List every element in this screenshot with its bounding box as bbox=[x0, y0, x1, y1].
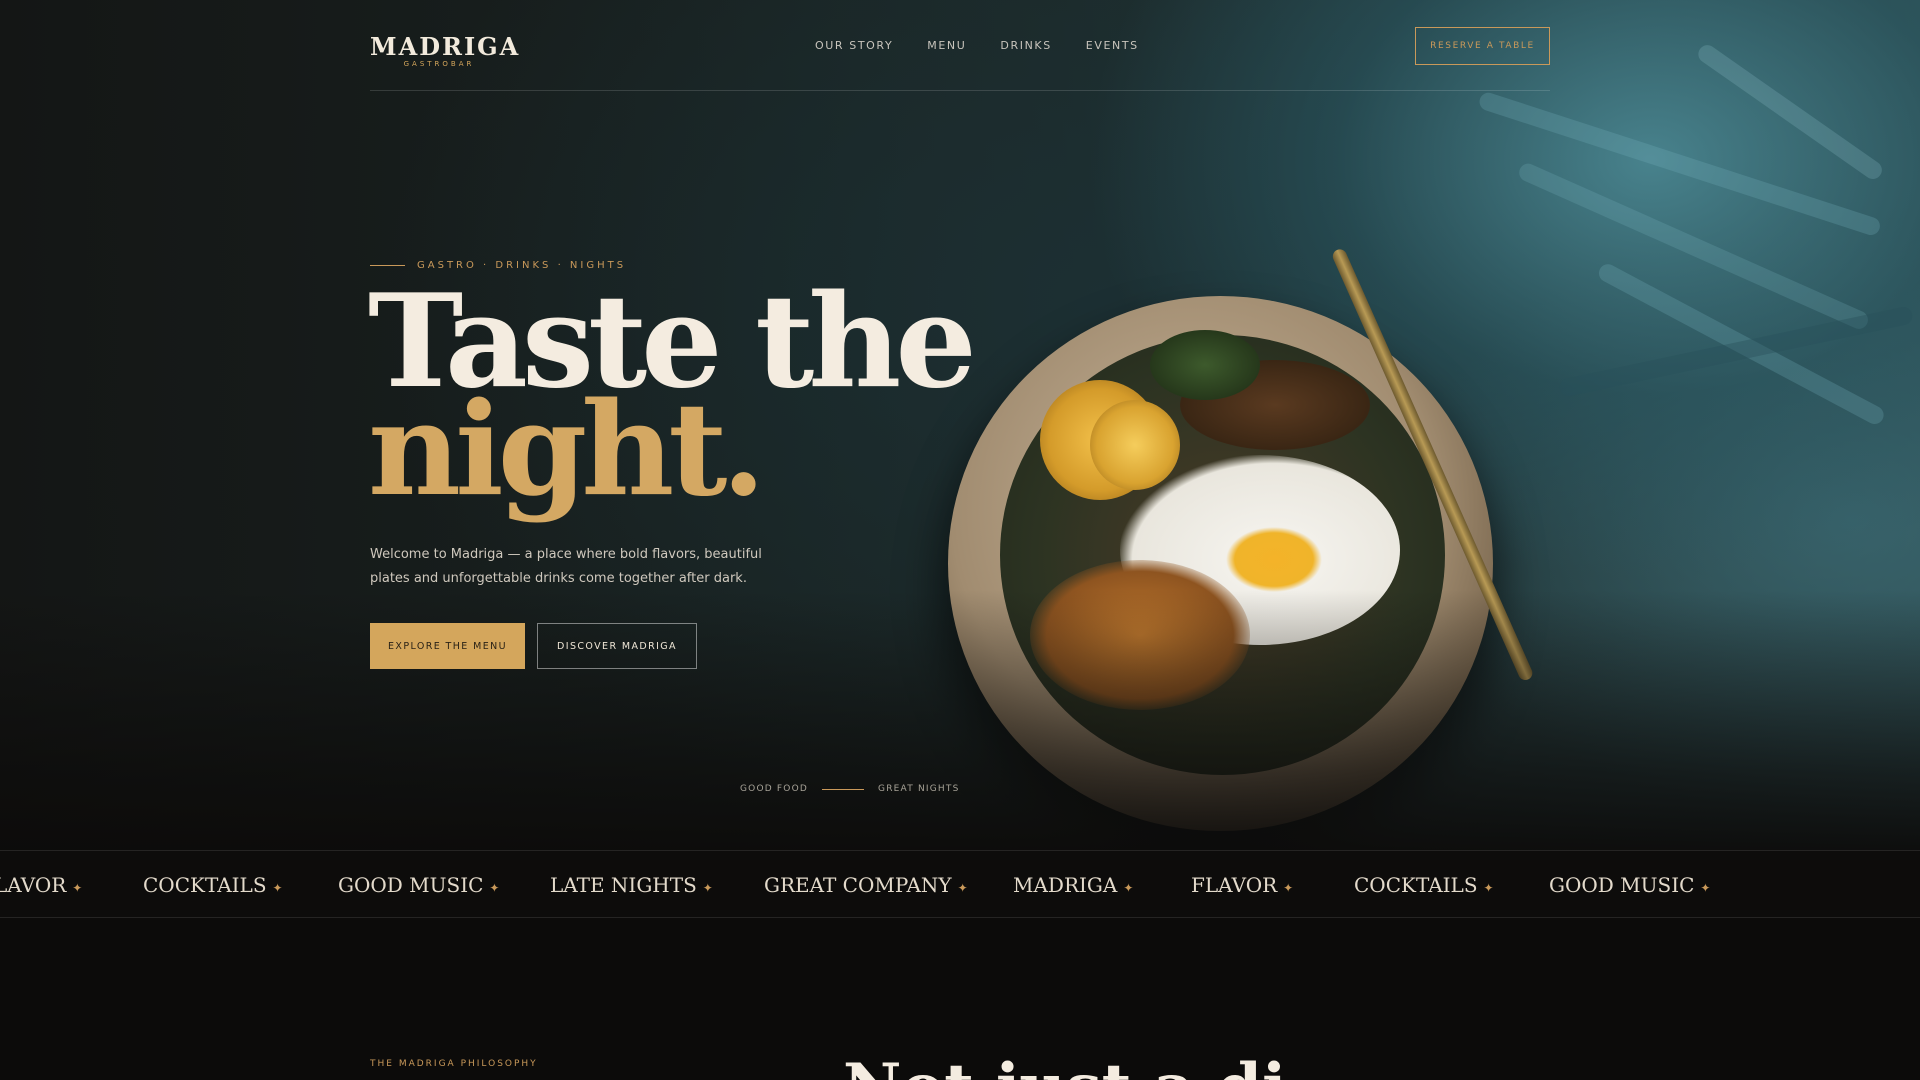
brush-stroke bbox=[1694, 41, 1886, 183]
nav-our-story[interactable]: OUR STORY bbox=[815, 39, 893, 52]
tagline-row: GOOD FOOD GREAT NIGHTS bbox=[740, 784, 960, 794]
nav-drinks[interactable]: DRINKS bbox=[1000, 39, 1051, 52]
marquee-band: LAVOR ✦ COCKTAILS ✦ GOOD MUSIC ✦ LATE NIGHT… bbox=[0, 850, 1920, 918]
marquee-item: COCKTAILS ✦ bbox=[143, 873, 283, 897]
eyebrow-line bbox=[370, 265, 405, 266]
brush-stroke bbox=[1558, 305, 1915, 398]
star-icon: ✦ bbox=[1700, 881, 1711, 895]
brush-stroke bbox=[1477, 90, 1883, 238]
marquee-item: LAVOR ✦ bbox=[0, 873, 83, 897]
star-icon: ✦ bbox=[957, 881, 968, 895]
tag-divider bbox=[822, 788, 865, 790]
logo[interactable]: MADRIGA GASTROBAR bbox=[370, 32, 521, 68]
lemon-slice bbox=[1090, 400, 1180, 490]
star-icon: ✦ bbox=[702, 881, 713, 895]
philosophy-eyebrow: THE MADRIGA PHILOSOPHY bbox=[370, 1059, 538, 1069]
nav-menu[interactable]: MENU bbox=[927, 39, 966, 52]
marquee-item: GOOD MUSIC ✦ bbox=[1549, 873, 1711, 897]
reserve-table-button[interactable]: RESERVE A TABLE bbox=[1415, 27, 1550, 65]
star-icon: ✦ bbox=[1123, 881, 1134, 895]
marquee-item: GOOD MUSIC ✦ bbox=[338, 873, 500, 897]
discover-madriga-button[interactable]: DISCOVER MADRIGA bbox=[537, 623, 697, 669]
philosophy-title: Not just a di bbox=[843, 1050, 1286, 1080]
nav-events[interactable]: EVENTS bbox=[1086, 39, 1139, 52]
fried-egg bbox=[1120, 455, 1400, 645]
header-divider bbox=[370, 90, 1550, 91]
explore-menu-button[interactable]: EXPLORE THE MENU bbox=[370, 623, 525, 669]
main-nav: OUR STORY MENU DRINKS EVENTS bbox=[815, 39, 1139, 52]
marquee-item: GREAT COMPANY ✦ bbox=[764, 873, 968, 897]
star-icon: ✦ bbox=[489, 881, 500, 895]
logo-wordmark: MADRIGA bbox=[370, 32, 521, 61]
tag-great-nights: GREAT NIGHTS bbox=[878, 784, 960, 794]
marquee-item: FLAVOR ✦ bbox=[1191, 873, 1294, 897]
star-icon: ✦ bbox=[272, 881, 283, 895]
tag-good-food: GOOD FOOD bbox=[740, 784, 809, 794]
hero-lede: Welcome to Madriga — a place where bold … bbox=[370, 547, 762, 586]
marquee-item: MADRIGA ✦ bbox=[1013, 873, 1134, 897]
logo-subtitle: GASTROBAR bbox=[403, 60, 475, 68]
star-icon: ✦ bbox=[1283, 881, 1294, 895]
hero-headline: Taste the night. bbox=[368, 278, 977, 514]
greens bbox=[1150, 330, 1260, 400]
star-icon: ✦ bbox=[1483, 881, 1494, 895]
noodles bbox=[1030, 560, 1250, 710]
star-icon: ✦ bbox=[72, 881, 83, 895]
marquee-item: COCKTAILS ✦ bbox=[1354, 873, 1494, 897]
brush-stroke bbox=[1516, 160, 1871, 332]
marquee-item: LATE NIGHTS ✦ bbox=[550, 873, 713, 897]
